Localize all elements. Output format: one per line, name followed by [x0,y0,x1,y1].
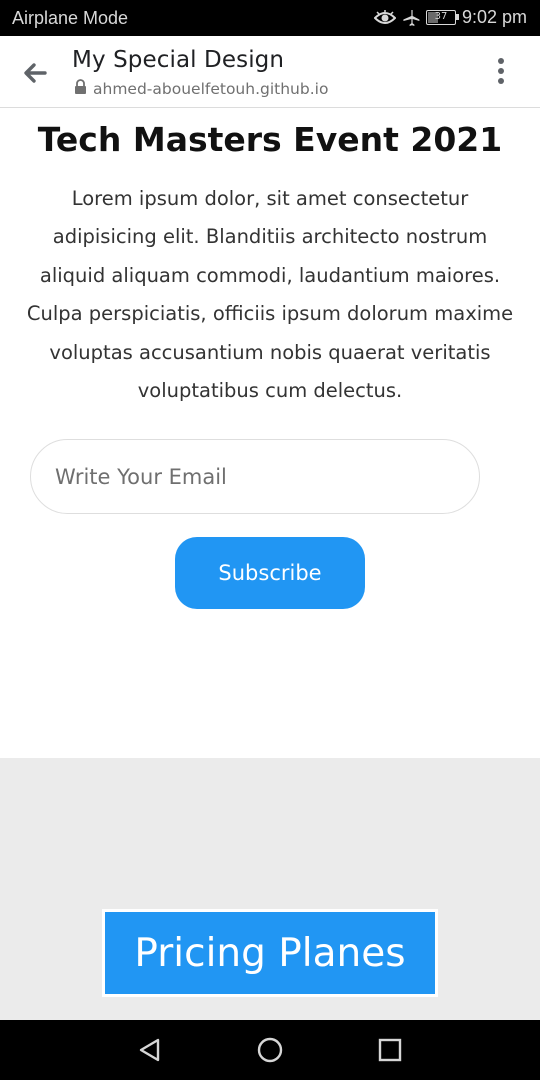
hero-description: Lorem ipsum dolor, sit amet consectetur … [26,187,514,403]
back-arrow-icon [24,63,47,83]
navigation-bar [0,1020,540,1080]
eye-icon [373,9,396,26]
menu-dot [498,78,504,84]
recents-square-icon[interactable] [374,1034,406,1066]
status-bar: Airplane Mode 37 9:02 pm [0,0,540,36]
battery-icon: 37 [425,10,459,25]
browser-header: My Special Design ahmed-abouelfetouh.git… [0,36,540,108]
battery-level-text: 37 [434,11,448,22]
home-circle-icon[interactable] [254,1034,286,1066]
status-icons: 37 9:02 pm [373,7,527,28]
pricing-planes-button[interactable]: Pricing Planes [102,909,438,997]
lock-icon [74,79,87,99]
url-text: ahmed-abouelfetouh.github.io [93,80,329,98]
back-triangle-icon[interactable] [134,1034,166,1066]
back-button[interactable] [18,56,52,90]
airplane-mode-text: Airplane Mode [12,8,129,28]
email-input[interactable] [30,439,480,514]
hero-title: Tech Masters Event 2021 [37,120,503,159]
menu-dot [498,68,504,74]
more-vert-icon[interactable] [490,56,512,86]
airplane-icon [402,9,420,27]
clock-text: 9:02 pm [461,7,527,27]
subscribe-button[interactable]: Subscribe [175,537,365,609]
page-title: My Special Design [72,47,285,73]
url-bar[interactable]: ahmed-abouelfetouh.github.io [74,79,328,99]
menu-dot [498,58,504,64]
